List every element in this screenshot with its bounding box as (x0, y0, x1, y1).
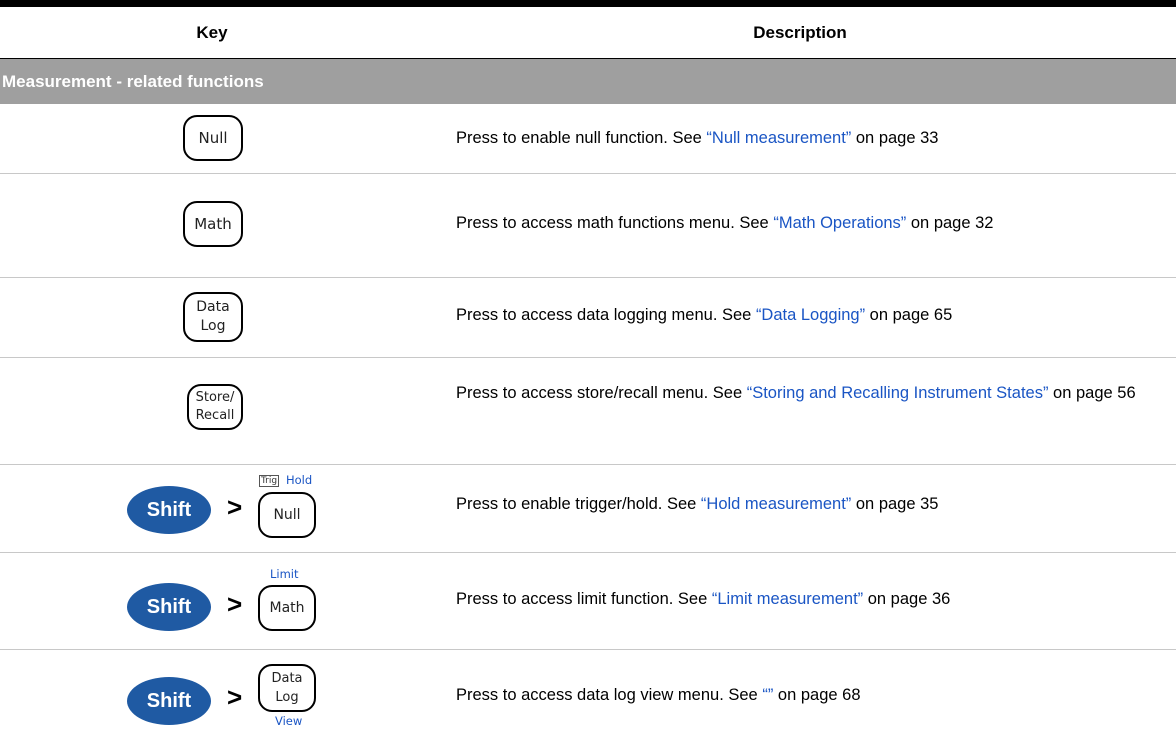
link-empty-reference[interactable]: “” (762, 686, 773, 704)
key-label: Null (198, 129, 228, 147)
math-key-icon: Math (183, 201, 243, 247)
description-text: Press to access data logging menu. See (456, 306, 756, 324)
row-description: Press to access limit function. See “Lim… (456, 586, 1166, 612)
key-label-line1: Data (196, 299, 230, 315)
row-description: Press to enable null function. See “Null… (456, 125, 1166, 151)
page-reference: on page 33 (851, 129, 939, 147)
table-row-data-log: Data Log Press to access data logging me… (0, 278, 1176, 358)
row-description: Press to access store/recall menu. See “… (456, 380, 1166, 406)
shift-label: Shift (146, 690, 192, 712)
row-description: Press to access data log view menu. See … (456, 682, 1166, 708)
description-text: Press to enable null function. See (456, 129, 707, 147)
key-cell: Null (0, 104, 424, 173)
link-limit-measurement[interactable]: “Limit measurement” (712, 590, 863, 608)
table-header: Key Description (0, 7, 1176, 59)
key-cell: Shift > Trig Hold Null (0, 465, 424, 552)
separator-arrow: > (227, 492, 243, 522)
row-description: Press to access math functions menu. See… (456, 210, 1166, 236)
key-label-line1: Store/ (195, 390, 235, 405)
trigger-icon: Trig (259, 475, 280, 487)
table-row-math: Math Press to access math functions menu… (0, 174, 1176, 278)
store-recall-key-icon: Store/ Recall (187, 384, 243, 430)
key-cell: Shift > Data Log View (0, 650, 424, 740)
column-header-key: Key (196, 23, 228, 42)
key-cell: Math (0, 174, 424, 277)
key-label-line2: Log (275, 690, 299, 705)
shift-label: Shift (146, 596, 192, 618)
key-label-line2: Recall (195, 408, 235, 423)
page-reference: on page 36 (863, 590, 951, 608)
key-label: Null (273, 507, 301, 523)
key-cell: Data Log (0, 278, 424, 357)
table-row-shift-math: Shift > Limit Math Press to access limit… (0, 553, 1176, 650)
table-row-shift-data-log: Shift > Data Log View Press to access da… (0, 650, 1176, 740)
description-text: Press to access math functions menu. See (456, 214, 774, 232)
top-rule (0, 0, 1176, 7)
description-text: Press to access store/recall menu. See (456, 384, 747, 402)
key-label: Math (269, 600, 305, 616)
table-row-store-recall: Store/ Recall Press to access store/reca… (0, 358, 1176, 465)
page-reference: on page 56 (1048, 384, 1136, 402)
key-label: Math (194, 215, 232, 233)
link-hold-measurement[interactable]: “Hold measurement” (701, 495, 851, 513)
link-math-operations[interactable]: “Math Operations” (773, 214, 906, 232)
data-log-key-icon: Data Log (183, 292, 243, 342)
description-text: Press to access limit function. See (456, 590, 712, 608)
row-description: Press to access data logging menu. See “… (456, 302, 1166, 328)
link-null-measurement[interactable]: “Null measurement” (706, 129, 851, 147)
page-reference: on page 68 (773, 686, 861, 704)
shift-key-icon: Shift (127, 486, 211, 534)
page-reference: on page 65 (865, 306, 953, 324)
table-row-null: Null Press to enable null function. See … (0, 104, 1176, 174)
separator-arrow: > (227, 682, 243, 712)
separator-arrow: > (227, 589, 243, 619)
row-description: Press to enable trigger/hold. See “Hold … (456, 491, 1166, 517)
math-key-icon: Math (258, 585, 316, 631)
shifted-function-label: Hold (286, 473, 313, 487)
description-text: Press to access data log view menu. See (456, 686, 763, 704)
shifted-function-label: View (275, 714, 303, 728)
key-label-line1: Data (271, 671, 303, 686)
null-key-icon: Null (183, 115, 243, 161)
key-cell: Shift > Limit Math (0, 553, 424, 649)
page-reference: on page 32 (906, 214, 994, 232)
column-header-description: Description (753, 23, 847, 42)
page-reference: on page 35 (851, 495, 939, 513)
null-key-icon: Null (258, 492, 316, 538)
data-log-key-icon: Data Log (258, 664, 316, 712)
shift-key-icon: Shift (127, 583, 211, 631)
link-data-logging[interactable]: “Data Logging” (756, 306, 865, 324)
key-cell: Store/ Recall (0, 358, 424, 464)
table-row-shift-null: Shift > Trig Hold Null Press to enable t… (0, 465, 1176, 553)
section-header: Measurement - related functions (0, 59, 1176, 104)
shift-key-icon: Shift (127, 677, 211, 725)
shifted-function-label: Limit (270, 567, 299, 581)
shift-label: Shift (146, 499, 192, 521)
description-text: Press to enable trigger/hold. See (456, 495, 701, 513)
link-storing-and-recalling[interactable]: “Storing and Recalling Instrument States… (747, 384, 1049, 402)
section-title: Measurement - related functions (2, 72, 264, 91)
key-label-line2: Log (200, 318, 226, 334)
